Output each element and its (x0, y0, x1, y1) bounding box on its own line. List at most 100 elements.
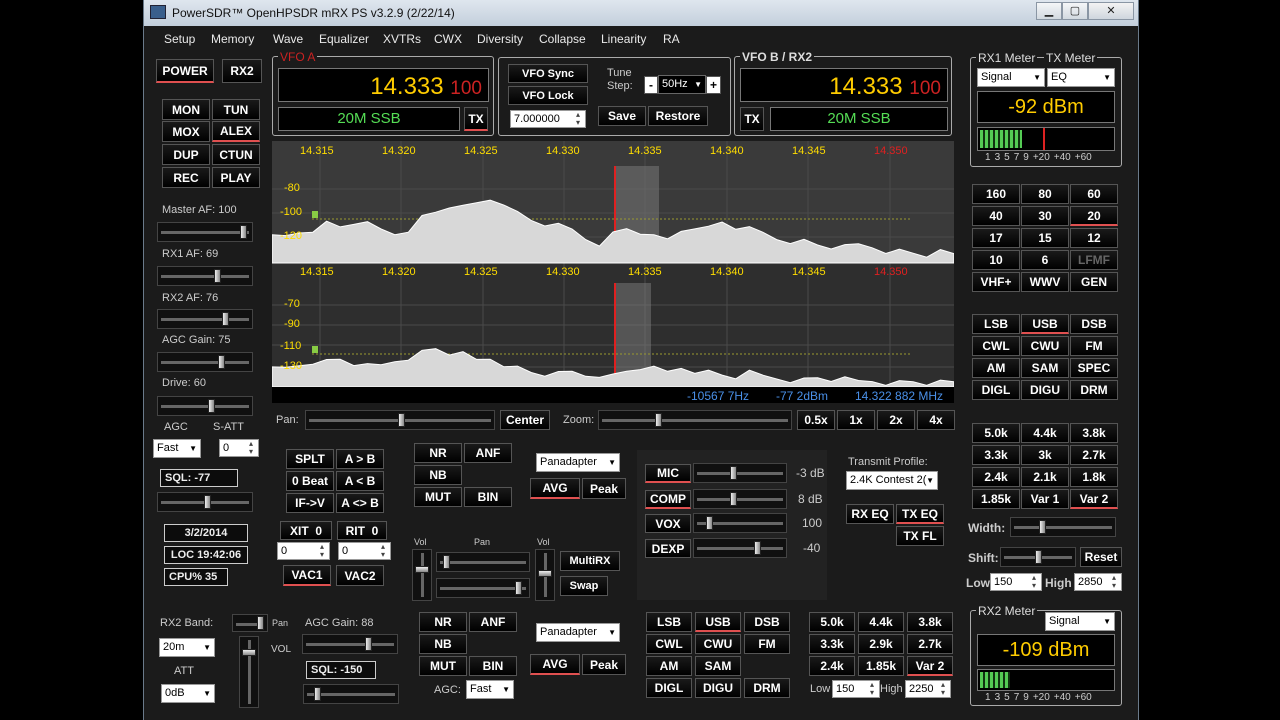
filter-button-var-1[interactable]: Var 1 (1021, 489, 1069, 509)
menu-diversity[interactable]: Diversity (477, 32, 523, 46)
mic-button[interactable]: MIC (645, 464, 691, 483)
mon-button[interactable]: MON (162, 99, 210, 120)
rx2-att-select[interactable]: 0dB (161, 684, 215, 703)
rec-button[interactable]: REC (162, 167, 210, 188)
dexp-slider[interactable] (693, 538, 787, 558)
rx2-agc-select[interactable]: Fast (466, 680, 514, 699)
vac1-button[interactable]: VAC1 (283, 565, 331, 586)
mode-button-usb[interactable]: USB (1021, 314, 1069, 334)
rit-input[interactable]: 0 (338, 542, 391, 560)
pan-slider[interactable] (305, 410, 495, 430)
step-minus-button[interactable]: - (644, 76, 658, 94)
vac2-button[interactable]: VAC2 (336, 565, 384, 586)
vox-slider[interactable] (693, 513, 787, 533)
rx2-anf-button[interactable]: ANF (469, 612, 517, 632)
rx2-filter-button-2-9k[interactable]: 2.9k (858, 634, 904, 654)
vfo-lock-button[interactable]: VFO Lock (508, 86, 588, 105)
rx2-mode-button-digl[interactable]: DIGL (646, 678, 692, 698)
rx2-filter-button-var-2[interactable]: Var 2 (907, 656, 953, 676)
mode-button-am[interactable]: AM (972, 358, 1020, 378)
menu-linearity[interactable]: Linearity (601, 32, 646, 46)
mode-button-digl[interactable]: DIGL (972, 380, 1020, 400)
rx2-mode-button-usb[interactable]: USB (695, 612, 741, 632)
rx1-display-select[interactable]: Panadapter (536, 453, 620, 472)
rx2-mode-button-am[interactable]: AM (646, 656, 692, 676)
mode-button-fm[interactable]: FM (1070, 336, 1118, 356)
close-button[interactable]: ✕ (1088, 2, 1134, 20)
alex-button[interactable]: ALEX (212, 121, 260, 142)
vfo-a-frequency[interactable]: 14.333 100 (278, 68, 489, 102)
tx-meter-select[interactable]: EQ (1047, 68, 1115, 87)
rx2-vol-slider[interactable] (239, 636, 259, 708)
satt-input[interactable]: 0 (219, 439, 259, 457)
rx2-mut-button[interactable]: MUT (419, 656, 467, 676)
vfo-b-tx-button[interactable]: TX (740, 107, 764, 131)
rx2-mode-button-digu[interactable]: DIGU (695, 678, 741, 698)
band-button-12[interactable]: 12 (1070, 228, 1118, 248)
mode-button-drm[interactable]: DRM (1070, 380, 1118, 400)
rx2-filter-button-3-8k[interactable]: 3.8k (907, 612, 953, 632)
power-button[interactable]: POWER (156, 59, 214, 83)
filter-button-2-1k[interactable]: 2.1k (1021, 467, 1069, 487)
swap-button[interactable]: Swap (560, 576, 608, 596)
mode-button-lsb[interactable]: LSB (972, 314, 1020, 334)
zoom-0-5x-button[interactable]: 0.5x (797, 410, 835, 430)
rx2-mode-button-sam[interactable]: SAM (695, 656, 741, 676)
vfo-b-frequency[interactable]: 14.333 100 (740, 68, 948, 102)
shift-slider[interactable] (1000, 547, 1076, 567)
rx1-nb-button[interactable]: NB (414, 465, 462, 485)
menu-collapse[interactable]: Collapse (539, 32, 586, 46)
rx2-agc-gain-slider[interactable] (302, 634, 398, 654)
xit-input[interactable]: 0 (277, 542, 330, 560)
rx1-anf-button[interactable]: ANF (464, 443, 512, 463)
zoom-2x-button[interactable]: 2x (877, 410, 915, 430)
panadapter-display[interactable] (272, 141, 954, 403)
band-button-17[interactable]: 17 (972, 228, 1020, 248)
agc-gain-slider[interactable] (157, 352, 253, 372)
rx2-af-slider[interactable] (157, 309, 253, 329)
mode-button-cwl[interactable]: CWL (972, 336, 1020, 356)
step-plus-button[interactable]: + (706, 76, 721, 94)
filter-button-var-2[interactable]: Var 2 (1070, 489, 1118, 509)
rx2-filter-button-2-7k[interactable]: 2.7k (907, 634, 953, 654)
rx1-bin-button[interactable]: BIN (464, 487, 512, 507)
band-button-15[interactable]: 15 (1021, 228, 1069, 248)
menu-cwx[interactable]: CWX (434, 32, 462, 46)
menu-ra[interactable]: RA (663, 32, 680, 46)
width-slider[interactable] (1010, 517, 1116, 537)
rx2-display-select[interactable]: Panadapter (536, 623, 620, 642)
mode-button-sam[interactable]: SAM (1021, 358, 1069, 378)
band-button-40[interactable]: 40 (972, 206, 1020, 226)
rx-eq-button[interactable]: RX EQ (846, 504, 894, 524)
menu-wave[interactable]: Wave (273, 32, 303, 46)
band-button-160[interactable]: 160 (972, 184, 1020, 204)
rx2-bin-button[interactable]: BIN (469, 656, 517, 676)
center-button[interactable]: Center (500, 410, 550, 430)
mode-button-cwu[interactable]: CWU (1021, 336, 1069, 356)
xit-button[interactable]: XIT 0 (280, 521, 332, 540)
vox-button[interactable]: VOX (645, 514, 691, 533)
mrx-pan-slider-1[interactable] (436, 552, 530, 572)
band-button-6[interactable]: 6 (1021, 250, 1069, 270)
rx2-peak-button[interactable]: Peak (582, 654, 626, 675)
rx1-peak-button[interactable]: Peak (582, 478, 626, 499)
a-to-b-button[interactable]: A > B (336, 449, 384, 469)
if-to-v-button[interactable]: IF->V (286, 493, 334, 513)
tx-fl-button[interactable]: TX FL (896, 526, 944, 546)
rx2-mode-button-cwu[interactable]: CWU (695, 634, 741, 654)
band-button-30[interactable]: 30 (1021, 206, 1069, 226)
filter-button-3-3k[interactable]: 3.3k (972, 445, 1020, 465)
mrx-pan-slider-2[interactable] (436, 578, 530, 598)
rx2-mode-button-drm[interactable]: DRM (744, 678, 790, 698)
rx2-filter-button-2-4k[interactable]: 2.4k (809, 656, 855, 676)
filter-button-3-8k[interactable]: 3.8k (1070, 423, 1118, 443)
b-to-a-button[interactable]: A < B (336, 471, 384, 491)
filter-button-2-4k[interactable]: 2.4k (972, 467, 1020, 487)
band-button-60[interactable]: 60 (1070, 184, 1118, 204)
zero-beat-button[interactable]: 0 Beat (286, 471, 334, 491)
high-input[interactable]: 2850 (1074, 573, 1122, 591)
ctun-button[interactable]: CTUN (212, 144, 260, 165)
comp-button[interactable]: COMP (645, 490, 691, 509)
band-button-10[interactable]: 10 (972, 250, 1020, 270)
rx2-band-select[interactable]: 20m (159, 638, 215, 657)
